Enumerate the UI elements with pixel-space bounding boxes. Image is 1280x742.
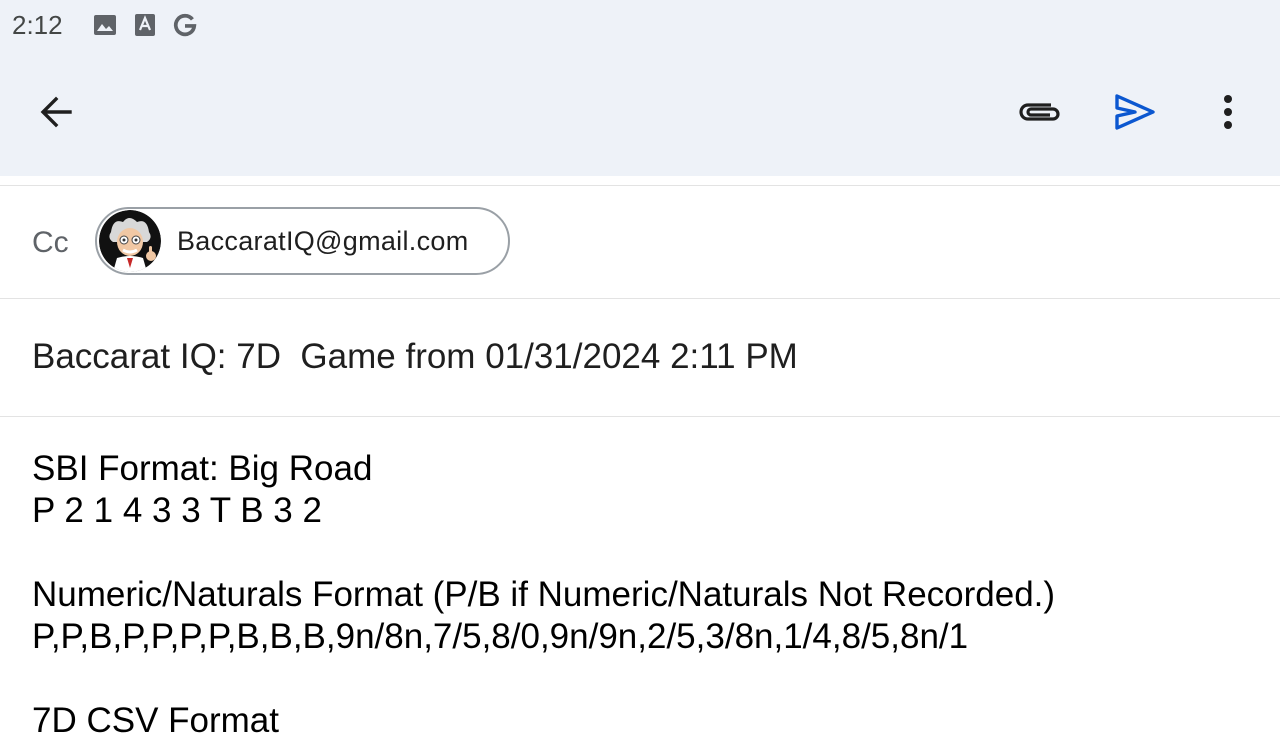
google-g-icon bbox=[172, 12, 198, 38]
more-vert-icon bbox=[1224, 95, 1232, 129]
sbi-format-value: P 2 1 4 3 3 T B 3 2 bbox=[32, 491, 322, 530]
avatar bbox=[99, 210, 161, 272]
send-button[interactable] bbox=[1107, 84, 1163, 140]
message-body[interactable]: SBI Format: Big Road P 2 1 4 3 3 T B 3 2… bbox=[32, 448, 1262, 742]
arrow-back-icon bbox=[40, 96, 72, 128]
numeric-format-title: Numeric/Naturals Format (P/B if Numeric/… bbox=[32, 575, 1056, 614]
cc-label: Cc bbox=[32, 226, 69, 259]
status-time: 2:12 bbox=[12, 9, 63, 40]
send-icon bbox=[1115, 94, 1155, 130]
recipient-email: BaccaratIQ@gmail.com bbox=[177, 225, 469, 256]
subject-row[interactable]: Baccarat IQ: 7D Game from 01/31/2024 2:1… bbox=[0, 299, 1280, 417]
numeric-format-value: P,P,B,P,P,P,P,B,B,B,9n/8n,7/5,8/0,9n/9n,… bbox=[32, 617, 969, 656]
image-icon bbox=[92, 12, 118, 38]
recipient-chip[interactable]: BaccaratIQ@gmail.com bbox=[95, 207, 510, 275]
cc-row[interactable]: Cc BaccaratIQ@gmail.com bbox=[0, 186, 1280, 299]
sbi-format-title: SBI Format: Big Road bbox=[32, 449, 373, 488]
paperclip-icon bbox=[1019, 103, 1060, 121]
back-button[interactable] bbox=[28, 84, 84, 140]
csv-format-title: 7D CSV Format bbox=[32, 701, 279, 740]
subject-field[interactable]: Baccarat IQ: 7D Game from 01/31/2024 2:1… bbox=[32, 337, 798, 377]
font-a-icon bbox=[132, 12, 158, 38]
compose-toolbar bbox=[0, 50, 1280, 176]
status-bar: 2:12 bbox=[0, 0, 1280, 50]
attach-button[interactable] bbox=[1012, 84, 1068, 140]
more-options-button[interactable] bbox=[1200, 84, 1256, 140]
